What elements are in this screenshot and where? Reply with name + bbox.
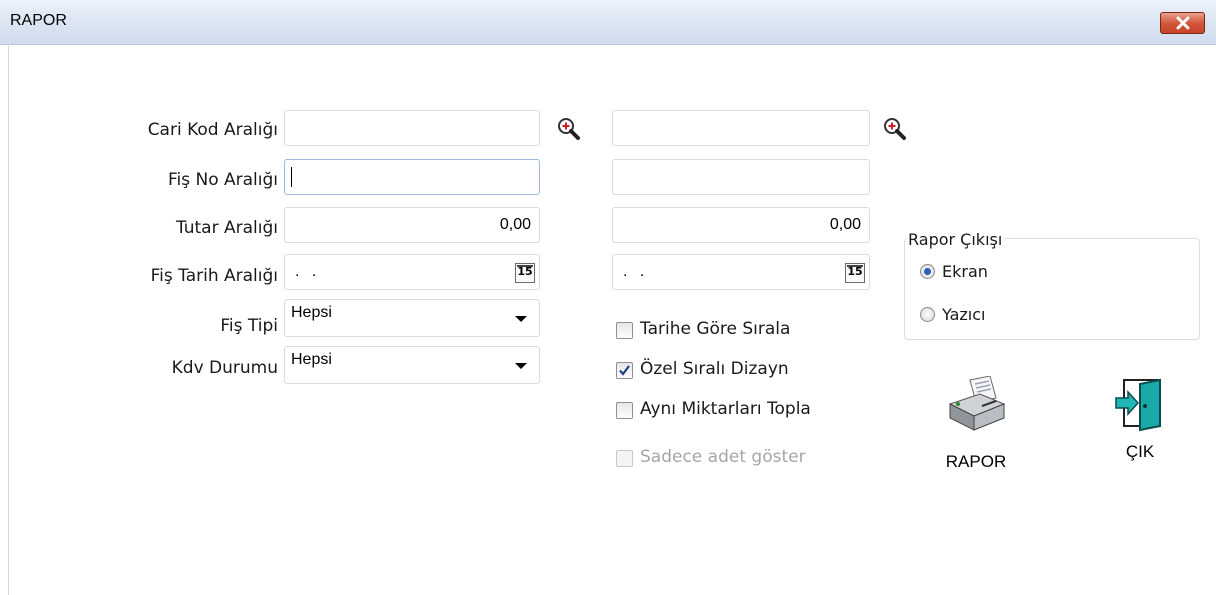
fis-tipi-select[interactable]: Hepsi xyxy=(284,299,540,337)
fis-tipi-label: Fiş Tipi xyxy=(220,316,278,336)
title-bar[interactable]: RAPOR xyxy=(0,0,1216,45)
rapor-cikisi-group xyxy=(904,238,1200,340)
close-icon xyxy=(1176,16,1190,30)
kdv-durumu-label: Kdv Durumu xyxy=(171,358,278,378)
chevron-down-icon[interactable] xyxy=(515,316,527,322)
tutar-from-input[interactable]: 0,00 xyxy=(284,207,540,243)
calendar-icon[interactable]: 15 xyxy=(515,263,535,283)
report-window: RAPOR Cari Kod Aralığı Fiş No Aralığı Tu… xyxy=(0,0,1216,595)
cik-button[interactable]: ÇIK xyxy=(1100,376,1180,486)
checkbox-box[interactable] xyxy=(616,322,633,339)
text-caret xyxy=(291,167,292,187)
fis-tarih-from-input[interactable]: . . 15 xyxy=(284,254,540,290)
window-title: RAPOR xyxy=(10,12,67,29)
chevron-down-icon[interactable] xyxy=(515,363,527,369)
zoom-search-icon[interactable] xyxy=(556,116,582,142)
tutar-to-input[interactable]: 0,00 xyxy=(612,207,870,243)
checkbox-box[interactable] xyxy=(616,362,633,379)
window-border xyxy=(8,44,9,595)
fis-no-to-input[interactable] xyxy=(612,159,870,195)
checkbox-box[interactable] xyxy=(616,402,633,419)
cari-kod-label: Cari Kod Aralığı xyxy=(147,120,278,140)
kdv-durumu-select[interactable]: Hepsi xyxy=(284,346,540,384)
zoom-search-icon[interactable] xyxy=(882,116,908,142)
checkbox-box xyxy=(616,450,633,467)
rapor-button[interactable]: RAPOR xyxy=(936,376,1016,486)
radio-button[interactable] xyxy=(920,264,935,279)
fis-no-from-input[interactable] xyxy=(284,159,540,195)
checkmark-icon xyxy=(619,365,630,376)
fis-tarih-to-input[interactable]: . . 15 xyxy=(612,254,870,290)
exit-door-icon xyxy=(1115,378,1161,432)
fis-no-label: Fiş No Aralığı xyxy=(167,170,278,190)
printer-icon xyxy=(948,376,1006,431)
calendar-icon[interactable]: 15 xyxy=(845,263,865,283)
cari-kod-from-input[interactable] xyxy=(284,110,540,146)
rapor-button-label: RAPOR xyxy=(945,452,1007,471)
radio-button[interactable] xyxy=(920,307,935,322)
cik-button-label: ÇIK xyxy=(1125,442,1155,461)
tutar-label: Tutar Aralığı xyxy=(175,218,278,238)
cari-kod-to-input[interactable] xyxy=(612,110,870,146)
close-button[interactable] xyxy=(1160,12,1205,34)
rapor-cikisi-title: Rapor Çıkışı xyxy=(906,230,1005,249)
fis-tarih-label: Fiş Tarih Aralığı xyxy=(150,266,278,286)
